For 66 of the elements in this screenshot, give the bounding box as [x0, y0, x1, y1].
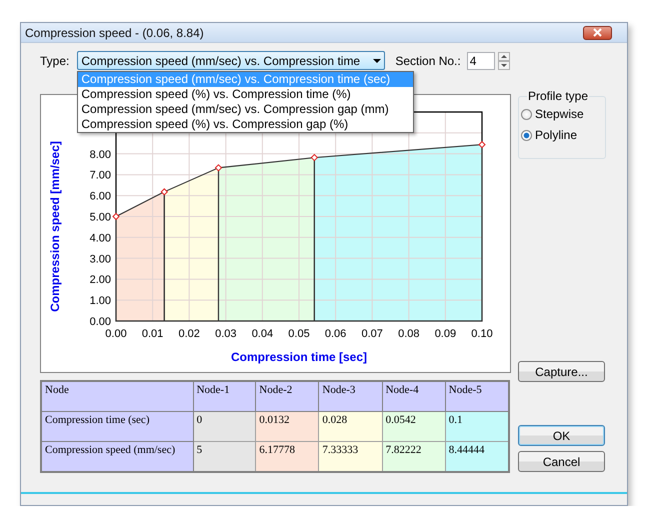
row-header: Compression speed (mm/sec): [41, 442, 194, 472]
x-tick-label: 0.07: [362, 328, 383, 340]
x-tick-label: 0.10: [471, 328, 493, 340]
column-header: Node-4: [382, 381, 446, 412]
table-cell[interactable]: 0.0542: [382, 412, 446, 442]
close-button[interactable]: [583, 26, 612, 40]
section-label: Section No.:: [395, 54, 461, 68]
dropdown-option[interactable]: Compression speed (mm/sec) vs. Compression gap (mm): [78, 102, 414, 117]
data-point: [214, 164, 222, 172]
y-tick-label: 3.00: [90, 253, 111, 266]
window-title: Compression speed - (0.06, 8.84): [25, 26, 204, 40]
radio-button[interactable]: Polyline: [521, 126, 605, 144]
x-tick-label: 0.09: [434, 328, 456, 340]
y-tick-label: 6.00: [90, 190, 111, 203]
x-axis-title: Compression time [sec]: [230, 350, 368, 364]
table-cell[interactable]: 6.17778: [256, 442, 319, 472]
spin-down-button[interactable]: [498, 60, 510, 70]
spin-up-button[interactable]: [498, 52, 510, 60]
group-title: Profile type: [527, 89, 590, 103]
type-label: Type:: [40, 54, 70, 68]
column-header: Node-5: [445, 381, 509, 412]
data-point: [310, 154, 318, 162]
x-tick-label: 0.06: [324, 328, 346, 340]
table-cell[interactable]: 0.1: [445, 412, 509, 442]
data-point: [112, 212, 120, 220]
y-tick-label: 1.00: [90, 295, 111, 308]
radio-indicator[interactable]: [521, 130, 532, 140]
caret-icon: [373, 58, 382, 62]
x-tick-label: 0.04: [252, 328, 274, 340]
x-tick-label: 0.08: [398, 328, 420, 340]
radio-indicator[interactable]: [521, 108, 532, 120]
y-tick-label: 4.00: [90, 232, 111, 244]
close-icon: [592, 28, 603, 37]
x-tick-label: 0.05: [288, 328, 310, 340]
x-tick-label: 0.00: [105, 328, 127, 340]
dropdown-option[interactable]: Compression speed (%) vs. Compression time (%): [78, 87, 414, 102]
data-point: [160, 188, 168, 196]
ok-button[interactable]: OK: [518, 425, 605, 446]
column-header: Node-2: [256, 381, 319, 412]
table-cell[interactable]: 0: [193, 412, 256, 442]
y-tick-label: 2.00: [90, 274, 111, 286]
dropdown-option[interactable]: Compression speed (%) vs. Compression gap (%): [78, 117, 414, 132]
column-header: Node: [41, 381, 194, 412]
cancel-button[interactable]: Cancel: [518, 451, 605, 472]
section-field[interactable]: 4: [466, 52, 495, 70]
column-header: Node-3: [318, 381, 382, 412]
x-tick-label: 0.01: [142, 328, 164, 340]
y-tick-label: 0.00: [90, 316, 111, 328]
x-tick-label: 0.03: [215, 328, 236, 340]
table-cell[interactable]: 7.33333: [318, 442, 382, 472]
y-tick-label: 8.00: [90, 148, 111, 161]
y-tick-label: 5.00: [90, 212, 111, 224]
row-header: Compression time (sec): [41, 412, 194, 442]
table-cell[interactable]: 0.028: [318, 412, 382, 442]
capture-button[interactable]: Capture...: [518, 361, 605, 382]
x-tick-label: 0.02: [178, 328, 200, 340]
type-dropdown[interactable]: Compression speed (mm/sec) vs. Compression time: [77, 51, 386, 70]
data-point: [478, 140, 486, 148]
table-cell[interactable]: 5: [193, 442, 256, 472]
y-axis-title: Compression speed [mm/sec]: [48, 141, 62, 312]
column-header: Node-1: [193, 381, 256, 412]
table-cell[interactable]: 7.82222: [382, 442, 446, 472]
radio-button[interactable]: Stepwise: [521, 105, 605, 123]
table-cell[interactable]: 0.0132: [256, 412, 319, 442]
y-tick-label: 7.00: [90, 170, 111, 182]
table-cell[interactable]: 8.44444: [445, 442, 509, 472]
